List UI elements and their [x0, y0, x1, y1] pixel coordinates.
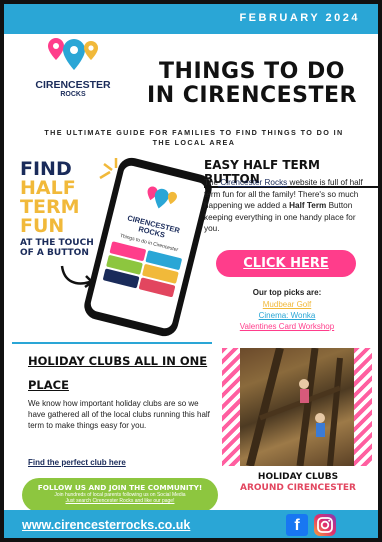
chevron-pattern-left — [222, 348, 240, 466]
pick-link-cinema[interactable]: Cinema: Wonka — [204, 310, 370, 321]
instagram-icon[interactable] — [314, 514, 336, 536]
logo-wordmark: CIRENCESTER ROCKS — [28, 80, 118, 100]
map-pin-yellow-icon — [84, 41, 98, 60]
community-banner[interactable]: FOLLOW US AND JOIN THE COMMUNITY! Join h… — [22, 478, 218, 512]
half-term-promo: FIND HALF TERM FUN AT THE TOUCH OF A BUT… — [20, 160, 104, 259]
caption-line-2: AROUND CIRENCESTER — [239, 483, 356, 493]
facebook-icon[interactable]: f — [286, 514, 308, 536]
map-pin-blue-icon — [63, 39, 85, 70]
caption-line-1: HOLIDAY CLUBS — [257, 472, 339, 482]
page-title: THINGS TO DO IN CIRENCESTER — [132, 60, 372, 108]
instagram-glyph-icon — [317, 517, 333, 533]
footer-bar: www.cirencesterrocks.co.uk f — [4, 510, 378, 538]
section-divider — [12, 342, 212, 344]
community-link[interactable]: Just search Cirencester Rocks and like o… — [22, 498, 218, 504]
holiday-clubs-photo-frame — [222, 347, 372, 467]
find-club-link[interactable]: Find the perfect club here — [28, 458, 126, 467]
easy-half-term-text: The Cirencester Rocks website is full of… — [204, 177, 370, 235]
website-link[interactable]: www.cirencesterrocks.co.uk — [22, 518, 190, 532]
holiday-clubs-caption: HOLIDAY CLUBS AROUND CIRENCESTER — [226, 472, 370, 494]
easy-text-bold: Half Term — [289, 201, 327, 211]
title-line-2: IN CIRENCESTER — [147, 83, 357, 108]
issue-date: FEBRUARY 2024 — [239, 12, 360, 24]
pick-link-mudbear[interactable]: Mudbear Golf — [204, 299, 370, 310]
promo-small: AT THE TOUCH OF A BUTTON — [20, 238, 94, 258]
community-title: FOLLOW US AND JOIN THE COMMUNITY! — [37, 483, 203, 492]
header-bar: FEBRUARY 2024 — [4, 4, 378, 34]
title-line-1: THINGS TO DO — [159, 59, 345, 84]
logo-sub: ROCKS — [60, 91, 86, 98]
page-subtitle: THE ULTIMATE GUIDE FOR FAMILIES TO FIND … — [44, 128, 344, 147]
map-pin-pink-icon — [48, 38, 64, 60]
easy-text-pre: The — [204, 178, 219, 187]
holiday-clubs-heading: HOLIDAY CLUBS ALL IN ONE PLACE — [28, 354, 208, 392]
newsletter-page: FEBRUARY 2024 CIRENCESTER ROCKS THINGS T… — [0, 0, 382, 542]
tree-branches-icon — [246, 347, 343, 467]
pick-link-valentines[interactable]: Valentines Card Workshop — [204, 321, 370, 332]
click-here-button[interactable]: CLICK HERE — [216, 250, 356, 277]
children-climbing-tree-photo — [240, 347, 354, 467]
cirencester-rocks-link[interactable]: Cirencester Rocks — [218, 178, 287, 187]
chevron-pattern-right — [354, 348, 372, 466]
top-picks-label: Our top picks are: — [252, 288, 322, 297]
holiday-clubs-text: We know how important holiday clubs are … — [28, 399, 210, 431]
promo-line-3: TERM FUN — [20, 196, 80, 237]
top-picks-list: Mudbear Golf Cinema: Wonka Valentines Ca… — [204, 299, 370, 332]
